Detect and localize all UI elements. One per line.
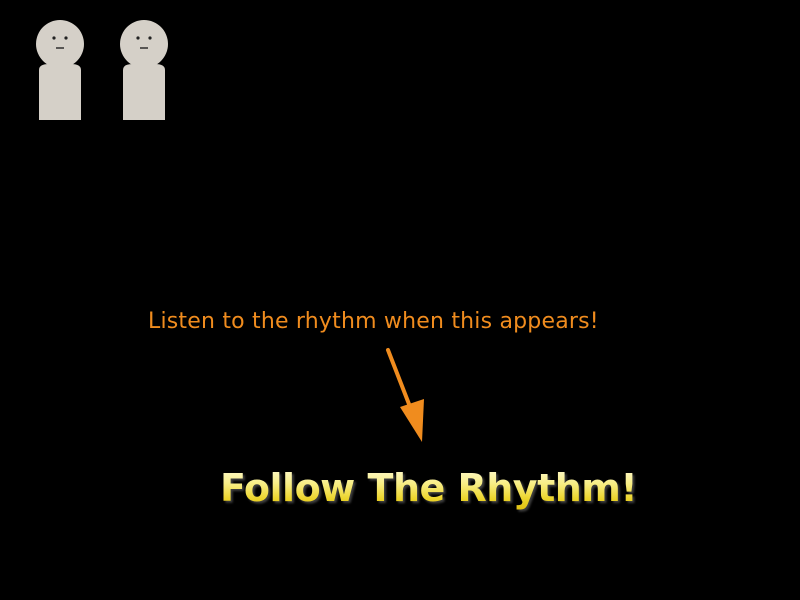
neutral-face-figure-icon: [120, 20, 168, 120]
character-figure-2: [119, 20, 169, 122]
tutorial-hint-text: Listen to the rhythm when this appears!: [148, 309, 599, 334]
game-stage: Listen to the rhythm when this appears! …: [0, 0, 800, 600]
neutral-face-figure-icon: [36, 20, 84, 120]
follow-rhythm-cue: Follow The Rhythm!: [220, 466, 640, 510]
character-figure-1: [35, 20, 85, 122]
arrow-down-icon: [386, 348, 424, 442]
